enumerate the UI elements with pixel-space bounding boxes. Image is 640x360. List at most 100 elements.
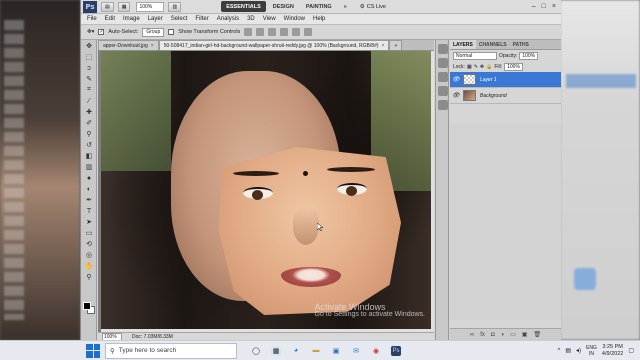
tab-paths[interactable]: PATHS	[510, 40, 532, 49]
auto-select-dropdown[interactable]: Group	[142, 27, 165, 37]
menu-edit[interactable]: Edit	[105, 16, 115, 22]
blur-tool-icon[interactable]: ●	[83, 173, 95, 183]
doc-size-info[interactable]: Doc: 7.03M/8.33M	[132, 334, 173, 340]
taskbar-clock[interactable]: 3:25 PM 4/9/2022	[602, 344, 623, 358]
zoom-tool-icon[interactable]: ⚲	[83, 272, 95, 282]
align-right-icon[interactable]	[304, 28, 313, 36]
media-icon[interactable]: ◉	[371, 346, 381, 356]
path-select-tool-icon[interactable]: ➤	[83, 217, 95, 227]
new-layer-icon[interactable]: ▣	[522, 331, 528, 338]
layer-style-icon[interactable]: fx	[480, 332, 485, 338]
3d-orbit-tool-icon[interactable]: ◎	[83, 250, 95, 260]
delete-layer-icon[interactable]: 🗑	[533, 331, 541, 338]
tab-channels[interactable]: CHANNELS	[476, 40, 510, 49]
menu-layer[interactable]: Layer	[148, 16, 163, 22]
link-layers-icon[interactable]: ∞	[470, 332, 474, 338]
tab-close-icon[interactable]: ×	[151, 43, 154, 49]
tab-wallpaper-download[interactable]: apper-Download.jpg ×	[98, 40, 159, 50]
lock-paint-icon[interactable]: ✎	[474, 64, 478, 70]
menu-select[interactable]: Select	[171, 16, 188, 22]
3d-panel-icon[interactable]	[438, 100, 448, 110]
cs-live-button[interactable]: ⚙ CS Live	[360, 4, 386, 10]
adjustment-layer-icon[interactable]: ◑	[500, 332, 504, 338]
arrange-documents-button[interactable]: ▥	[168, 1, 182, 12]
lock-move-icon[interactable]: ✥	[480, 64, 484, 70]
menu-file[interactable]: File	[87, 16, 97, 22]
workspace-essentials[interactable]: ESSENTIALS	[221, 1, 266, 12]
eyedropper-tool-icon[interactable]: ⁄	[83, 96, 95, 106]
color-panel-icon[interactable]	[438, 44, 448, 54]
lasso-tool-icon[interactable]: ↄ	[83, 63, 95, 73]
move-tool-icon[interactable]: ✥▾	[87, 29, 94, 35]
task-view-icon[interactable]: ◯	[251, 346, 261, 356]
lock-all-icon[interactable]: 🔒	[486, 64, 492, 70]
language-indicator[interactable]: ENG IN	[586, 345, 597, 357]
gradient-tool-icon[interactable]: ▥	[83, 162, 95, 172]
blend-mode-select[interactable]: Normal	[453, 51, 497, 60]
align-bottom-icon[interactable]	[268, 28, 277, 36]
zoom-level-select[interactable]: 100%	[136, 1, 165, 12]
taskbar-search-box[interactable]: ⚲ Type here to search	[105, 342, 237, 359]
tab-close-icon[interactable]: ×	[382, 43, 385, 49]
history-brush-tool-icon[interactable]: ↺	[83, 140, 95, 150]
healing-brush-tool-icon[interactable]: ✚	[83, 107, 95, 117]
3d-rotate-tool-icon[interactable]: ⟲	[83, 239, 95, 249]
workspace-more[interactable]: »	[339, 1, 352, 12]
network-icon[interactable]: ▤	[565, 347, 571, 354]
file-explorer-icon[interactable]: ▬	[311, 346, 321, 356]
visibility-eye-icon[interactable]: 👁	[452, 92, 460, 99]
menu-analysis[interactable]: Analysis	[217, 16, 239, 22]
workspace-design[interactable]: DESIGN	[268, 1, 299, 12]
image-canvas[interactable]: Activate Windows Go to Settings to activ…	[101, 51, 431, 329]
brush-tool-icon[interactable]: ✐	[83, 118, 95, 128]
marquee-tool-icon[interactable]: ⬚	[83, 52, 95, 62]
fill-field[interactable]: 100%	[504, 62, 523, 71]
hand-tool-icon[interactable]: ✋	[83, 261, 95, 271]
workspace-painting[interactable]: PAINTING	[301, 1, 337, 12]
tab-shruti-reddy[interactable]: 50-508417_indian-girl-hd-background-wall…	[158, 40, 390, 50]
swatches-panel-icon[interactable]	[438, 58, 448, 68]
minimize-button[interactable]: –	[532, 3, 536, 10]
maximize-button[interactable]: □	[542, 3, 546, 10]
close-button[interactable]: ×	[552, 3, 556, 10]
align-top-icon[interactable]	[244, 28, 253, 36]
pen-tool-icon[interactable]: ✒	[83, 195, 95, 205]
adjustments-panel-icon[interactable]	[438, 72, 448, 82]
foreground-color-swatch[interactable]	[83, 302, 91, 310]
crop-tool-icon[interactable]: ⌗	[83, 85, 95, 95]
layer-row-background[interactable]: 👁 Background	[450, 88, 561, 104]
move-tool-icon[interactable]: ✥	[83, 41, 95, 51]
volume-icon[interactable]: ◂)	[576, 347, 581, 354]
menu-image[interactable]: Image	[123, 16, 140, 22]
tray-overflow-icon[interactable]: ^	[558, 348, 561, 354]
opacity-field[interactable]: 100%	[519, 51, 539, 60]
eraser-tool-icon[interactable]: ◧	[83, 151, 95, 161]
widgets-icon[interactable]: ▦	[271, 345, 281, 356]
tab-layers[interactable]: LAYERS	[450, 40, 476, 49]
store-icon[interactable]: ▣	[331, 346, 341, 356]
auto-select-checkbox[interactable]: ✓	[98, 29, 105, 35]
layer-row-layer-1[interactable]: 👁 Layer 1	[450, 72, 561, 88]
bridge-button[interactable]: ▤	[101, 1, 114, 12]
clone-stamp-tool-icon[interactable]: ⚲	[83, 129, 95, 139]
align-left-icon[interactable]	[280, 28, 289, 36]
menu-3d[interactable]: 3D	[247, 16, 255, 22]
lock-transparent-icon[interactable]: ▦	[467, 64, 472, 70]
menu-view[interactable]: View	[263, 16, 276, 22]
mail-icon[interactable]: ✉	[351, 346, 361, 356]
notification-icon[interactable]: ▢	[628, 347, 634, 354]
dodge-tool-icon[interactable]: ◐	[83, 184, 95, 194]
show-transform-checkbox[interactable]	[168, 29, 175, 35]
minibridge-button[interactable]: ▦	[117, 1, 131, 12]
edge-icon[interactable]: ◕	[291, 346, 301, 356]
quick-select-tool-icon[interactable]: ✎	[83, 74, 95, 84]
menu-window[interactable]: Window	[284, 16, 305, 22]
tabs-overflow-button[interactable]: »	[389, 40, 403, 50]
type-tool-icon[interactable]: T	[83, 206, 95, 216]
photoshop-taskbar-icon[interactable]: Ps	[391, 345, 401, 356]
shape-tool-icon[interactable]: ▭	[83, 228, 95, 238]
align-center-icon[interactable]	[292, 28, 301, 36]
vertical-scrollbar[interactable]	[431, 51, 434, 334]
start-button-icon[interactable]	[86, 343, 100, 358]
menu-filter[interactable]: Filter	[195, 16, 208, 22]
